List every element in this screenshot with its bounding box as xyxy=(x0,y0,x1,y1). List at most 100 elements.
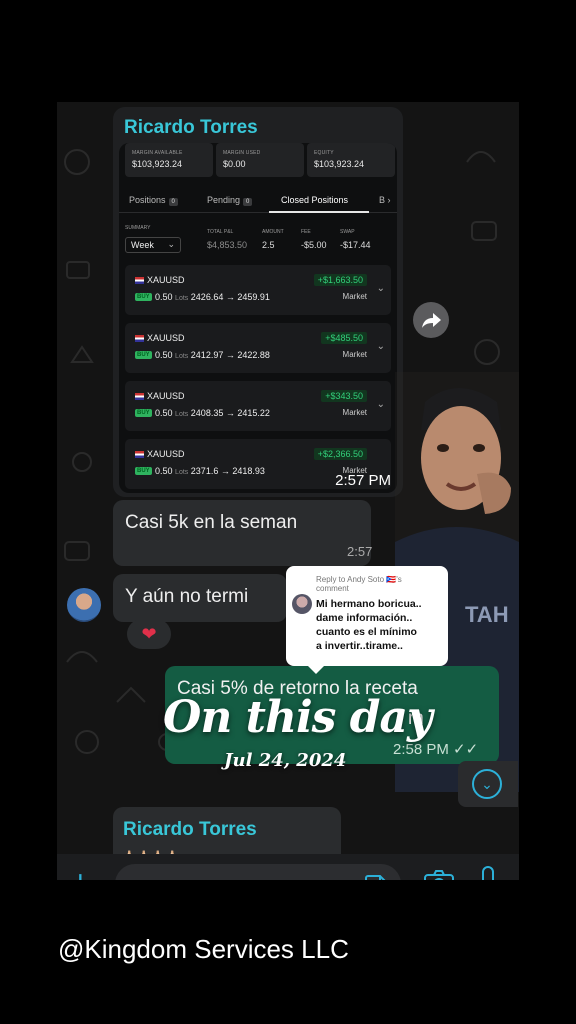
lots-unit: Lots xyxy=(175,469,189,476)
active-tab-indicator xyxy=(269,211,369,213)
incoming-message[interactable]: Y aún no termi xyxy=(113,574,287,622)
trade-pnl: +$1,663.50 xyxy=(313,274,367,286)
incoming-message[interactable]: Casi 5k en la seman 2:57 xyxy=(113,500,372,566)
trade-type: Market xyxy=(342,292,367,301)
close-price: 2418.93 xyxy=(232,466,265,476)
trade-side-badge: BUY xyxy=(135,409,152,417)
reply-header-line: Reply to Andy Soto 🇵🇷's xyxy=(316,575,402,584)
trade-row: XAUUSD BUY 0.50 Lots 2412.97 → 2422.88 +… xyxy=(125,323,391,373)
trade-symbol: XAUUSD xyxy=(147,391,185,401)
stat-label: EQUITY xyxy=(314,150,334,156)
trade-details: 0.50 Lots 2371.6 → 2418.93 xyxy=(155,466,265,476)
sender-name: Ricardo Torres xyxy=(124,117,258,138)
trade-row: XAUUSD BUY 0.50 Lots 2426.64 → 2459.91 +… xyxy=(125,265,391,315)
message-text: Casi 5k en la seman xyxy=(125,512,298,533)
trade-pnl: +$485.50 xyxy=(321,332,367,344)
tab-count: 0 xyxy=(243,198,253,206)
tab-count: 0 xyxy=(168,198,178,206)
trade-symbol: XAUUSD xyxy=(147,449,185,459)
microphone-icon[interactable] xyxy=(477,866,499,880)
lots-unit: Lots xyxy=(175,295,189,302)
reply-header-line: comment xyxy=(316,584,349,593)
amount-label: AMOUNT xyxy=(262,229,284,235)
forward-button[interactable] xyxy=(413,302,449,338)
camera-icon[interactable] xyxy=(424,870,454,880)
total-pl-label: TOTAL P&L xyxy=(207,229,234,235)
tab-label: Closed Positions xyxy=(281,195,349,205)
us-flag-icon xyxy=(135,451,144,458)
creator-watermark: @Kingdom Services LLC xyxy=(58,934,349,964)
trade-pnl: +$343.50 xyxy=(321,390,367,402)
total-pl-value: $4,853.50 xyxy=(207,240,248,250)
lots-unit: Lots xyxy=(175,353,189,360)
summary-label: SUMMARY xyxy=(125,225,151,231)
reply-line: a invertir..tirame.. xyxy=(316,640,403,652)
tiktok-reply-sticker: Reply to Andy Soto 🇵🇷's comment Mi herman… xyxy=(286,566,448,674)
trade-side-badge: BUY xyxy=(135,351,152,359)
reply-line: cuanto es el mínimo xyxy=(316,626,417,638)
open-price: 2371.6 xyxy=(190,466,219,476)
tab-closed-positions: Closed Positions xyxy=(281,195,348,205)
avatar[interactable] xyxy=(67,588,101,622)
reply-header: Reply to Andy Soto 🇵🇷's comment xyxy=(316,575,436,593)
commenter-avatar xyxy=(292,594,312,614)
tab-positions: Positions 0 xyxy=(129,195,178,206)
time-label: 2:58 PM xyxy=(393,741,449,758)
stat-value: $103,923.24 xyxy=(314,159,365,169)
reply-line: Mi hermano boricua.. xyxy=(316,598,422,610)
tab-b: B › xyxy=(379,195,391,205)
message-input[interactable] xyxy=(115,864,401,880)
stat-label: MARGIN USED xyxy=(223,150,261,156)
trade-row: XAUUSD BUY 0.50 Lots 2408.35 → 2415.22 +… xyxy=(125,381,391,431)
close-price: 2422.88 xyxy=(237,350,270,360)
trade-details: 0.50 Lots 2412.97 → 2422.88 xyxy=(155,350,270,360)
fee-value: -$5.00 xyxy=(301,240,327,250)
period-value: Week xyxy=(131,240,154,250)
forwarded-screenshot-bubble[interactable]: Ricardo Torres MARGIN AVAILABLE $103,923… xyxy=(113,107,403,497)
us-flag-icon xyxy=(135,277,144,284)
message-time: 2:57 PM xyxy=(335,472,391,489)
us-flag-icon xyxy=(135,393,144,400)
lots: 0.50 xyxy=(155,408,173,418)
plus-icon[interactable]: + xyxy=(71,866,90,880)
us-flag-icon xyxy=(135,335,144,342)
chevron-down-icon: ⌄ xyxy=(472,769,502,799)
on-this-day-date: Jul 24, 2024 xyxy=(224,750,347,771)
period-select: Week ⌄ xyxy=(125,237,181,253)
trade-details: 0.50 Lots 2408.35 → 2415.22 xyxy=(155,408,270,418)
tab-label: Pending xyxy=(207,195,241,205)
chevron-down-icon: ⌄ xyxy=(167,239,175,249)
tab-pending: Pending 0 xyxy=(207,195,253,206)
stat-margin-available: MARGIN AVAILABLE $103,923.24 xyxy=(125,143,213,177)
stat-value: $103,923.24 xyxy=(132,159,183,169)
trading-app-screenshot: MARGIN AVAILABLE $103,923.24 MARGIN USED… xyxy=(119,143,397,493)
reply-body: Mi hermano boricua.. dame información.. … xyxy=(316,597,444,653)
trade-symbol: XAUUSD xyxy=(147,275,185,285)
trade-side-badge: BUY xyxy=(135,467,152,475)
sender-name: Ricardo Torres xyxy=(123,819,257,840)
trade-symbol: XAUUSD xyxy=(147,333,185,343)
chevron-down-icon: ⌄ xyxy=(376,341,385,352)
heart-reaction[interactable]: ❤ xyxy=(127,619,171,649)
amount-value: 2.5 xyxy=(262,240,275,250)
sticker-icon[interactable] xyxy=(365,874,387,880)
lots: 0.50 xyxy=(155,292,173,302)
stat-margin-used: MARGIN USED $0.00 xyxy=(216,143,304,177)
scroll-to-bottom-button[interactable]: ⌄ xyxy=(458,761,518,807)
swap-value: -$17.44 xyxy=(340,240,371,250)
double-check-icon: ✓✓ xyxy=(453,741,479,758)
swap-label: SWAP xyxy=(340,229,355,235)
stat-equity: EQUITY $103,923.24 xyxy=(307,143,395,177)
open-price: 2426.64 xyxy=(190,292,224,302)
stat-label: MARGIN AVAILABLE xyxy=(132,150,183,156)
tab-label: B xyxy=(379,195,386,205)
close-price: 2415.22 xyxy=(237,408,270,418)
svg-text:TAH: TAH xyxy=(465,602,509,627)
open-price: 2408.35 xyxy=(190,408,224,418)
on-this-day-title: On this day xyxy=(163,692,433,743)
trade-pnl: +$2,366.50 xyxy=(313,448,367,460)
chevron-down-icon: ⌄ xyxy=(376,283,385,294)
trade-side-badge: BUY xyxy=(135,293,152,301)
trade-type: Market xyxy=(342,350,367,359)
message-text: Y aún no termi xyxy=(125,586,249,607)
